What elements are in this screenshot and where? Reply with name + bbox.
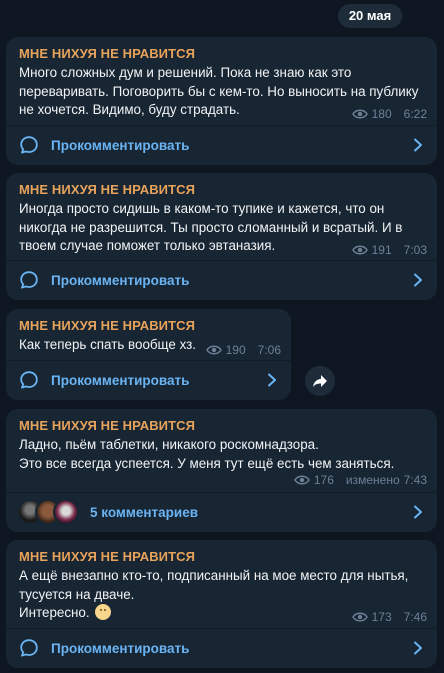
post-time: 7:06	[257, 343, 281, 357]
comments-button[interactable]: 5 комментариев	[6, 492, 437, 532]
post-author[interactable]: МНЕ НИХУЯ НЕ НРАВИТСЯ	[19, 318, 195, 333]
comment-bubble-icon	[20, 639, 38, 657]
post-meta: 180 6:22	[351, 107, 427, 121]
post-author[interactable]: МНЕ НИХУЯ НЕ НРАВИТСЯ	[19, 46, 195, 61]
post-text: Ладно, пьём таблетки, никакого роскомнад…	[19, 437, 395, 471]
channel-feed: 20 мая МНЕ НИХУЯ НЕ НРАВИТСЯ Много сложн…	[0, 0, 444, 673]
channel-post: МНЕ НИХУЯ НЕ НРАВИТСЯ Много сложных дум …	[6, 37, 437, 165]
eye-icon	[294, 475, 310, 485]
comment-count-label: 5 комментариев	[90, 504, 199, 520]
chevron-right-icon	[414, 138, 422, 152]
comment-button[interactable]: Прокомментировать	[6, 628, 437, 668]
eye-icon	[351, 245, 368, 255]
post-meta: 190 7:06	[205, 343, 281, 357]
comment-label: Прокомментировать	[51, 372, 190, 388]
eye-icon	[205, 345, 222, 355]
comment-button[interactable]: Прокомментировать	[6, 260, 437, 300]
view-count: 173	[371, 610, 392, 624]
post-text-content: А ещё внезапно кто-то, подписанный на мо…	[19, 568, 409, 621]
eye-icon	[351, 612, 368, 622]
post-meta: 173 7:46	[351, 610, 427, 624]
post-time: 6:22	[403, 107, 427, 121]
edited-label: изменено	[345, 473, 400, 487]
view-count: 190	[225, 343, 246, 357]
comment-bubble-icon	[20, 136, 38, 154]
post-author[interactable]: МНЕ НИХУЯ НЕ НРАВИТСЯ	[19, 549, 195, 564]
channel-post: МНЕ НИХУЯ НЕ НРАВИТСЯ Иногда просто сиди…	[6, 173, 437, 300]
view-count: 180	[371, 107, 392, 121]
comment-label: Прокомментировать	[51, 640, 190, 656]
date-separator: 20 мая	[338, 4, 402, 28]
comment-label: Прокомментировать	[51, 272, 190, 288]
share-arrow-icon	[313, 375, 327, 387]
post-author[interactable]: МНЕ НИХУЯ НЕ НРАВИТСЯ	[19, 182, 195, 197]
post-time: 7:46	[403, 610, 427, 624]
avatar	[53, 499, 79, 525]
view-count: 176	[313, 473, 334, 487]
view-count: 191	[371, 243, 392, 257]
comment-button[interactable]: Прокомментировать	[6, 360, 291, 400]
chevron-right-icon	[414, 273, 422, 287]
commenter-avatars	[17, 499, 79, 525]
post-time: 7:03	[403, 243, 427, 257]
post-meta: 191 7:03	[351, 243, 427, 257]
post-time: 7:43	[403, 473, 427, 487]
comment-bubble-icon	[20, 371, 38, 389]
post-author[interactable]: МНЕ НИХУЯ НЕ НРАВИТСЯ	[19, 418, 195, 433]
comment-bubble-icon	[20, 271, 38, 289]
channel-post: МНЕ НИХУЯ НЕ НРАВИТСЯ Как теперь спать в…	[6, 309, 291, 400]
chevron-right-icon	[414, 641, 422, 655]
post-meta: 176 изменено 7:43	[294, 473, 427, 487]
chevron-right-icon	[414, 505, 422, 519]
channel-post: МНЕ НИХУЯ НЕ НРАВИТСЯ А ещё внезапно кто…	[6, 540, 437, 668]
chevron-right-icon	[268, 373, 276, 387]
smiling-face-emoji	[95, 604, 112, 621]
share-button[interactable]	[305, 366, 335, 396]
comment-label: Прокомментировать	[51, 137, 190, 153]
eye-icon	[351, 109, 368, 119]
comment-button[interactable]: Прокомментировать	[6, 125, 437, 165]
channel-post: МНЕ НИХУЯ НЕ НРАВИТСЯ Ладно, пьём таблет…	[6, 409, 437, 532]
